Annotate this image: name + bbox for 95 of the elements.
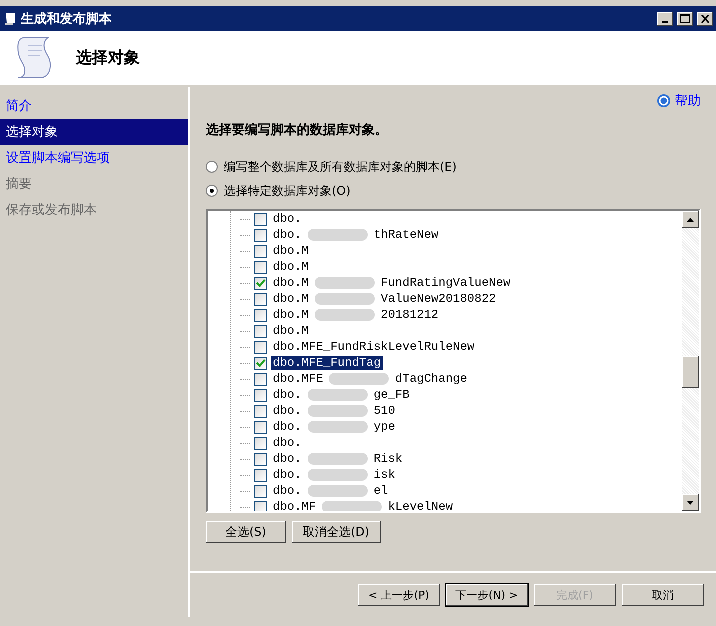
object-name[interactable]: dbo.MF [271, 500, 318, 511]
sidebar-item[interactable]: 保存或发布脚本 [0, 197, 188, 223]
redaction-blob [308, 469, 368, 481]
redaction-blob [308, 453, 368, 465]
redaction-blob [322, 501, 382, 511]
redaction-blob [315, 277, 376, 289]
checkbox[interactable] [254, 244, 267, 258]
list-button[interactable]: 取消全选(D) [292, 521, 381, 543]
window-title: 生成和发布脚本 [21, 10, 113, 28]
object-name[interactable]: dbo. [271, 212, 304, 226]
sidebar-item[interactable]: 简介 [0, 93, 188, 119]
radio-button[interactable] [206, 161, 218, 173]
object-name: thRateNew [372, 228, 440, 242]
maximize-icon [680, 14, 690, 23]
object-name[interactable]: dbo.M [271, 324, 312, 338]
up-arrow-icon [687, 218, 694, 222]
checkbox[interactable] [254, 356, 267, 370]
redaction-blob [308, 229, 368, 241]
close-icon [700, 14, 710, 22]
object-name[interactable]: dbo. [271, 468, 304, 482]
object-name: ype [372, 420, 396, 434]
scroll-down-button[interactable] [682, 494, 699, 511]
close-button[interactable] [697, 12, 713, 26]
object-name[interactable]: dbo. [271, 436, 304, 450]
checkbox[interactable] [254, 308, 267, 322]
object-name[interactable]: dbo. [271, 228, 304, 242]
nav-button[interactable]: < 上一步(P) [358, 584, 440, 606]
sidebar-item[interactable]: 摘要 [0, 171, 188, 197]
checkbox[interactable] [254, 260, 267, 274]
object-name: isk [372, 468, 396, 482]
redaction-blob [308, 421, 368, 433]
checkbox[interactable] [254, 388, 267, 402]
object-name[interactable]: dbo.MFE_FundRiskLevelRuleNew [271, 340, 477, 354]
nav-button[interactable]: 取消 [622, 584, 704, 606]
object-name[interactable]: dbo.MFE_FundTag [271, 356, 384, 370]
object-name[interactable]: dbo. [271, 484, 304, 498]
redaction-blob [308, 405, 368, 417]
checkbox[interactable] [254, 340, 267, 354]
object-name: dTagChange [394, 372, 468, 386]
scroll-icon [3, 12, 17, 26]
object-name: 510 [372, 404, 396, 418]
object-name: ge_FB [372, 388, 411, 402]
down-arrow-icon [687, 500, 694, 504]
object-name: Risk [372, 452, 404, 466]
redaction-blob [315, 293, 376, 305]
checkbox[interactable] [254, 468, 267, 482]
checkbox[interactable] [254, 292, 267, 306]
sidebar-item[interactable]: 选择对象 [0, 119, 188, 145]
sidebar-item[interactable]: 设置脚本编写选项 [0, 145, 188, 171]
object-name[interactable]: dbo. [271, 452, 304, 466]
checkbox[interactable] [254, 452, 267, 466]
object-name: el [372, 484, 390, 498]
checkbox[interactable] [254, 484, 267, 498]
radio-button[interactable] [206, 185, 218, 197]
object-name[interactable]: dbo. [271, 420, 304, 434]
scrollbar[interactable] [682, 211, 699, 511]
object-name: kLevelNew [387, 500, 454, 511]
object-name[interactable]: dbo.M [271, 308, 312, 322]
scroll-thumb[interactable] [682, 356, 699, 388]
check-icon [256, 278, 266, 288]
checkbox[interactable] [254, 404, 267, 418]
checkbox[interactable] [254, 228, 267, 242]
redaction-blob [308, 389, 368, 401]
object-name[interactable]: dbo.M [271, 292, 312, 306]
checkbox[interactable] [254, 500, 267, 511]
scroll-up-button[interactable] [682, 211, 699, 228]
minimize-button[interactable] [657, 12, 673, 26]
checkbox[interactable] [254, 324, 267, 338]
checkbox[interactable] [254, 372, 267, 386]
object-name: FundRatingValueNew [380, 276, 512, 290]
help-link[interactable]: 帮助 [675, 92, 701, 110]
checkbox[interactable] [254, 436, 267, 450]
object-name[interactable]: dbo. [271, 404, 304, 418]
radio-option[interactable]: 选择特定数据库对象(O) [206, 179, 701, 203]
list-button[interactable]: 全选(S) [206, 521, 286, 543]
object-name: 20181212 [380, 308, 440, 322]
object-name: ValueNew20180822 [380, 292, 498, 306]
minimize-icon [662, 20, 668, 22]
radio-option[interactable]: 编写整个数据库及所有数据库对象的脚本(E) [206, 155, 701, 179]
redaction-blob [315, 309, 376, 321]
page-title: 选择对象 [76, 48, 140, 68]
object-name[interactable]: dbo.MFE [271, 372, 326, 386]
checkbox[interactable] [254, 420, 267, 434]
redaction-blob [308, 485, 368, 497]
maximize-button[interactable] [677, 12, 693, 26]
object-name[interactable]: dbo.M [271, 276, 312, 290]
object-name[interactable]: dbo.M [271, 260, 312, 274]
check-icon [256, 358, 266, 368]
instruction-text: 选择要编写脚本的数据库对象。 [206, 122, 389, 139]
redaction-blob [329, 373, 390, 385]
object-name[interactable]: dbo. [271, 388, 304, 402]
checkbox[interactable] [254, 276, 267, 290]
nav-button[interactable]: 下一步(N) > [446, 584, 528, 606]
checkbox[interactable] [254, 212, 267, 226]
object-name[interactable]: dbo.M [271, 244, 312, 258]
